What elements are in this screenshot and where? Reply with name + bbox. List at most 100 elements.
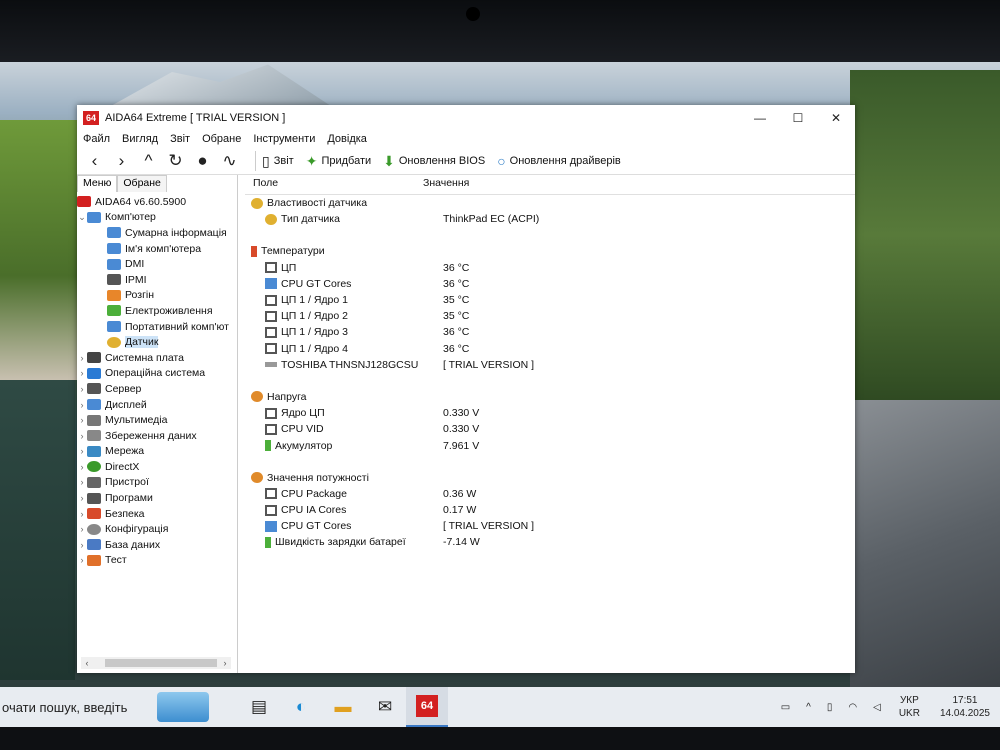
expand-icon[interactable]: › bbox=[77, 400, 87, 410]
expand-icon[interactable]: › bbox=[77, 446, 87, 456]
expand-icon[interactable]: › bbox=[77, 384, 87, 394]
up-icon[interactable]: ^ bbox=[135, 151, 162, 171]
menu-tools[interactable]: Інструменти bbox=[247, 133, 321, 145]
tree-storage[interactable]: › Збереження даних bbox=[77, 428, 237, 444]
report-button[interactable]: ▯ Звіт bbox=[262, 153, 294, 170]
table-row[interactable]: ЦП 36 °C bbox=[245, 260, 855, 276]
aida64-taskbar-button[interactable]: 64 bbox=[406, 687, 448, 727]
tree-power[interactable]: Електроживлення bbox=[77, 303, 237, 319]
file-explorer-icon[interactable]: ▬ bbox=[322, 687, 364, 727]
tree-computer-name[interactable]: Ім'я комп'ютера bbox=[77, 241, 237, 257]
task-view-icon[interactable]: ▤ bbox=[238, 687, 280, 727]
table-row[interactable]: CPU GT Cores 36 °C bbox=[245, 276, 855, 292]
edge-icon[interactable]: ◐ bbox=[280, 687, 322, 727]
tree-multimedia[interactable]: › Мультимедіа bbox=[77, 412, 237, 428]
tab-menu[interactable]: Меню bbox=[77, 175, 118, 192]
expand-icon[interactable]: › bbox=[77, 431, 87, 441]
tree-os[interactable]: › Операційна система bbox=[77, 366, 237, 382]
table-row[interactable]: CPU Package 0.36 W bbox=[245, 486, 855, 502]
bios-update-icon: ⬇ bbox=[383, 152, 395, 169]
mail-icon[interactable]: ✉ bbox=[364, 687, 406, 727]
chevron-up-icon[interactable]: ^ bbox=[806, 702, 811, 713]
table-row[interactable]: TOSHIBA THNSNJ128GCSU[ TRIAL VERSION ] bbox=[245, 357, 855, 373]
collapse-icon[interactable]: ⌄ bbox=[77, 212, 87, 223]
tree-sensor[interactable]: Датчик bbox=[77, 334, 237, 350]
tree-devices[interactable]: › Пристрої bbox=[77, 475, 237, 491]
expand-icon[interactable]: › bbox=[77, 477, 87, 487]
tree-directx[interactable]: › DirectX bbox=[77, 459, 237, 475]
back-icon[interactable]: ‹ bbox=[81, 151, 108, 171]
menu-file[interactable]: Файл bbox=[77, 133, 116, 145]
table-row[interactable]: ЦП 1 / Ядро 2 35 °C bbox=[245, 308, 855, 324]
tree-benchmark[interactable]: › Тест bbox=[77, 553, 237, 569]
horizontal-scrollbar[interactable]: ‹ › bbox=[81, 657, 231, 669]
language-indicator[interactable]: УКР UKR bbox=[899, 694, 920, 720]
menu-report[interactable]: Звіт bbox=[164, 133, 196, 145]
tree-software[interactable]: › Програми bbox=[77, 490, 237, 506]
clock[interactable]: 17:51 14.04.2025 bbox=[940, 694, 990, 720]
expand-icon[interactable]: › bbox=[77, 540, 87, 550]
expand-icon[interactable]: › bbox=[77, 524, 87, 534]
tree-display[interactable]: › Дисплей bbox=[77, 397, 237, 413]
tree-network[interactable]: › Мережа bbox=[77, 444, 237, 460]
group-sensor-properties: Властивості датчика bbox=[245, 195, 855, 211]
minimize-button[interactable]: — bbox=[741, 105, 779, 130]
tree-portable[interactable]: Портативний комп'ют bbox=[77, 319, 237, 335]
tree-database[interactable]: › База даних bbox=[77, 537, 237, 553]
table-row[interactable]: CPU GT Cores[ TRIAL VERSION ] bbox=[245, 518, 855, 534]
tree-config[interactable]: › Конфігурація bbox=[77, 521, 237, 537]
scroll-right-icon[interactable]: › bbox=[219, 658, 231, 668]
close-button[interactable]: ✕ bbox=[817, 105, 855, 130]
table-row[interactable]: Ядро ЦП 0.330 V bbox=[245, 405, 855, 421]
table-row[interactable]: CPU IA Cores 0.17 W bbox=[245, 502, 855, 518]
table-row[interactable]: Швидкість зарядки батареї -7.14 W bbox=[245, 534, 855, 550]
taskbar-search[interactable]: очати пошук, введіть bbox=[0, 687, 232, 727]
expand-icon[interactable]: › bbox=[77, 368, 87, 378]
tree-computer[interactable]: ⌄ Комп'ютер bbox=[77, 210, 237, 226]
tree-root[interactable]: AIDA64 v6.60.5900 bbox=[77, 194, 237, 210]
volume-icon[interactable]: ◁ bbox=[873, 702, 881, 713]
menu-help[interactable]: Довідка bbox=[321, 133, 373, 145]
table-row[interactable]: Акумулятор 7.961 V bbox=[245, 437, 855, 453]
table-row[interactable]: Тип датчика ThinkPad EC (ACPI) bbox=[245, 211, 855, 227]
group-temperatures: Температури bbox=[245, 243, 855, 259]
scroll-left-icon[interactable]: ‹ bbox=[81, 658, 93, 668]
forward-icon[interactable]: › bbox=[108, 151, 135, 171]
tree-dmi[interactable]: DMI bbox=[77, 256, 237, 272]
column-value[interactable]: Значення bbox=[415, 177, 469, 194]
refresh-icon[interactable]: ↻ bbox=[162, 151, 189, 171]
user-icon[interactable]: ● bbox=[189, 151, 216, 171]
expand-icon[interactable]: › bbox=[77, 509, 87, 519]
expand-icon[interactable]: › bbox=[77, 555, 87, 565]
title-bar[interactable]: 64 AIDA64 Extreme [ TRIAL VERSION ] — ☐ … bbox=[77, 105, 855, 130]
expand-icon[interactable]: › bbox=[77, 353, 87, 363]
tree-motherboard[interactable]: › Системна плата bbox=[77, 350, 237, 366]
expand-icon[interactable]: › bbox=[77, 493, 87, 503]
bios-update-button[interactable]: ⬇ Оновлення BIOS bbox=[383, 153, 485, 170]
menu-favorites[interactable]: Обране bbox=[196, 133, 247, 145]
scrollbar-thumb[interactable] bbox=[105, 659, 217, 667]
battery-tray-icon[interactable]: ▯ bbox=[827, 702, 833, 713]
expand-icon[interactable]: › bbox=[77, 462, 87, 472]
tree-server[interactable]: › Сервер bbox=[77, 381, 237, 397]
wifi-icon[interactable]: ◠ bbox=[848, 702, 857, 713]
table-row[interactable]: ЦП 1 / Ядро 1 35 °C bbox=[245, 292, 855, 308]
chart-icon[interactable]: ∿ bbox=[216, 151, 243, 171]
table-row[interactable]: ЦП 1 / Ядро 4 36 °C bbox=[245, 341, 855, 357]
driver-update-button[interactable]: ○ Оновлення драйверів bbox=[497, 153, 621, 169]
tree-summary[interactable]: Сумарна інформація bbox=[77, 225, 237, 241]
table-row[interactable]: ЦП 1 / Ядро 3 36 °C bbox=[245, 324, 855, 340]
buy-button[interactable]: ✦ Придбати bbox=[306, 153, 371, 170]
tree-ipmi[interactable]: IPMI bbox=[77, 272, 237, 288]
expand-icon[interactable]: › bbox=[77, 415, 87, 425]
tablet-icon[interactable]: ▭ bbox=[781, 702, 790, 713]
tree-security[interactable]: › Безпека bbox=[77, 506, 237, 522]
tree-overclock[interactable]: Розгін bbox=[77, 288, 237, 304]
chip-icon bbox=[265, 262, 277, 274]
table-row[interactable]: CPU VID 0.330 V bbox=[245, 421, 855, 437]
maximize-button[interactable]: ☐ bbox=[779, 105, 817, 130]
menu-view[interactable]: Вигляд bbox=[116, 133, 164, 145]
tab-favorites[interactable]: Обране bbox=[117, 175, 167, 192]
chip-icon bbox=[265, 310, 277, 322]
column-field[interactable]: Поле bbox=[245, 177, 415, 194]
